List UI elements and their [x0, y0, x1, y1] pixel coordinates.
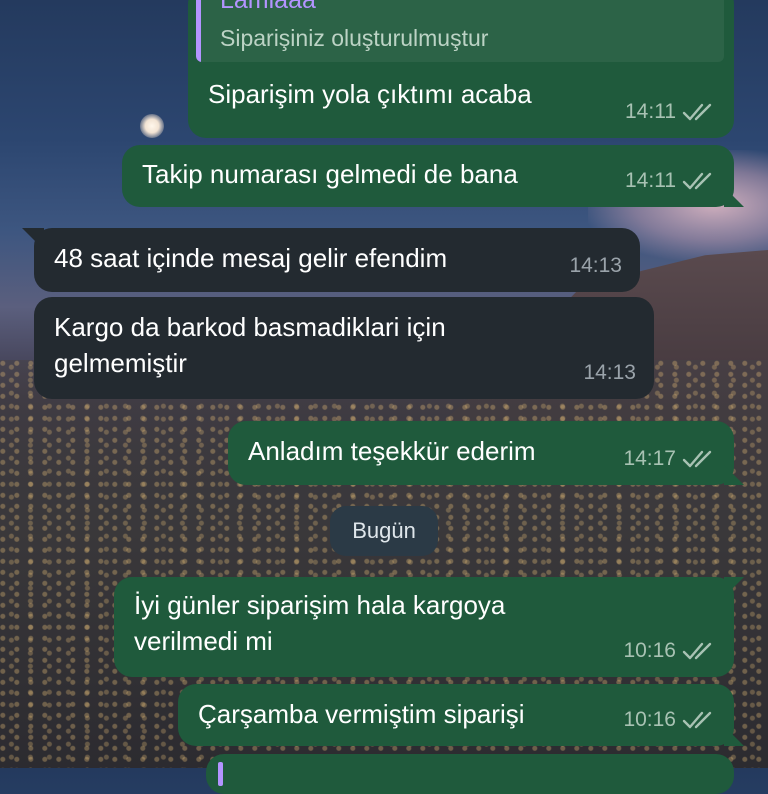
message-time: 14:11 — [625, 169, 676, 192]
incoming-message[interactable]: 48 saat içinde mesaj gelir efendim 14:13 — [22, 228, 640, 292]
message-time: 10:16 — [623, 708, 676, 731]
double-check-icon — [682, 711, 712, 729]
message-text: 48 saat içinde mesaj gelir efendim — [54, 243, 448, 273]
message-time: 10:16 — [623, 639, 676, 662]
date-separator-label: Bugün — [352, 518, 416, 543]
message-text: Anladım teşekkür ederim — [248, 436, 536, 466]
double-check-icon — [682, 103, 712, 121]
message-time: 14:17 — [623, 447, 676, 470]
reply-quote[interactable]: Lamiaaa Siparişiniz oluşturulmuştur — [196, 0, 724, 62]
message-meta: 14:11 — [625, 94, 716, 130]
message-time: 14:11 — [625, 100, 676, 123]
outgoing-message-partial[interactable] — [206, 754, 734, 794]
double-check-icon — [682, 172, 712, 190]
message-time: 14:13 — [569, 254, 622, 277]
message-text: Kargo da barkod basmadiklari için gelmem… — [54, 312, 446, 378]
message-list[interactable]: Lamiaaa Siparişiniz oluşturulmuştur Sipa… — [0, 0, 768, 794]
bubble-tail — [724, 577, 744, 597]
bubble-tail — [724, 187, 744, 207]
reply-accent-bar — [218, 762, 223, 786]
outgoing-message[interactable]: Çarşamba vermiştim siparişi 10:16 — [178, 684, 744, 746]
message-meta: 14:13 — [569, 248, 622, 284]
message-meta: 10:16 — [623, 702, 716, 738]
double-check-icon — [682, 642, 712, 660]
message-time: 14:13 — [583, 361, 636, 384]
message-meta: 10:16 — [623, 633, 716, 669]
message-meta: 14:13 — [583, 355, 636, 391]
outgoing-message[interactable]: Lamiaaa Siparişiniz oluşturulmuştur Sipa… — [188, 0, 734, 138]
bubble-tail — [22, 228, 44, 250]
outgoing-message[interactable]: Takip numarası gelmedi de bana 14:11 — [122, 145, 744, 207]
bubble-tail — [724, 726, 744, 746]
message-text: İyi günler siparişim hala kargoya verilm… — [134, 590, 506, 656]
message-text: Çarşamba vermiştim siparişi — [198, 699, 525, 729]
date-separator: Bugün — [330, 506, 438, 556]
outgoing-message[interactable]: İyi günler siparişim hala kargoya verilm… — [114, 577, 744, 677]
message-meta: 14:17 — [623, 441, 716, 477]
reply-quoted-text: Siparişiniz oluşturulmuştur — [220, 25, 489, 51]
bubble-tail — [724, 465, 744, 485]
message-text: Takip numarası gelmedi de bana — [142, 159, 518, 189]
message-meta: 14:11 — [625, 163, 716, 199]
reply-accent-bar — [196, 0, 201, 62]
outgoing-message[interactable]: Anladım teşekkür ederim 14:17 — [228, 421, 744, 485]
message-text: Siparişim yola çıktımı acaba — [208, 79, 532, 109]
reply-sender-name: Lamiaaa — [220, 0, 316, 14]
incoming-message[interactable]: Kargo da barkod basmadiklari için gelmem… — [34, 297, 654, 399]
double-check-icon — [682, 450, 712, 468]
